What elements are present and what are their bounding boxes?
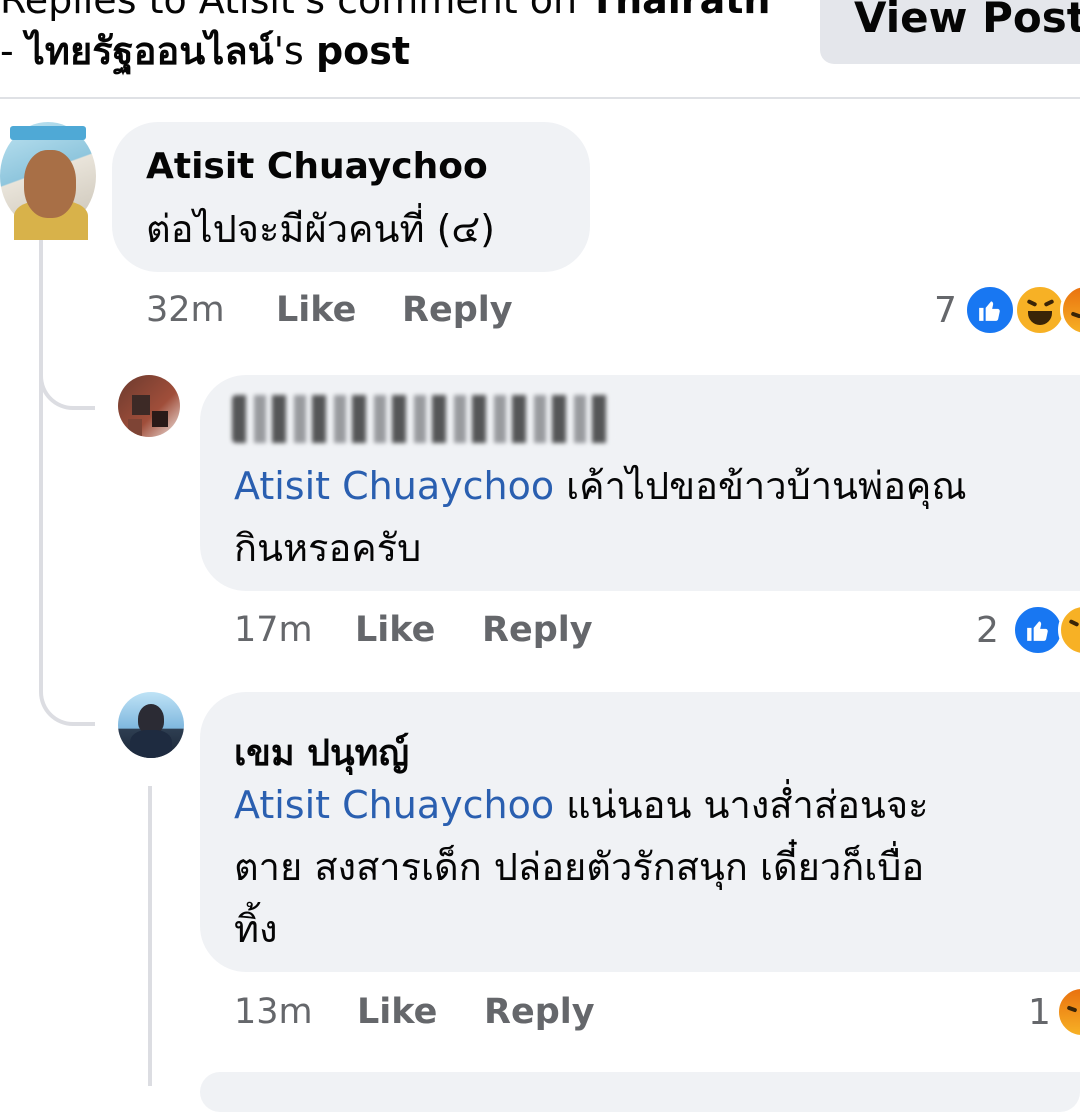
avatar-khem[interactable] (118, 692, 184, 758)
avatar-atisit[interactable] (0, 122, 96, 240)
next-reply-bubble-partial (200, 1072, 1080, 1112)
like-button[interactable]: Like (355, 610, 435, 650)
like-button[interactable]: Like (357, 992, 437, 1032)
mention-link[interactable]: Atisit Chuaychoo (234, 464, 554, 508)
header-page-link[interactable]: Thairath (589, 0, 770, 22)
comment-time[interactable]: 32m (146, 290, 225, 330)
reply-bubble: Atisit Chuaychoo เค้าไปขอข้าวบ้านพ่อคุณ … (200, 375, 1080, 591)
reply-button[interactable]: Reply (482, 610, 593, 650)
reply-text-line-2: กินหรอครับ (234, 526, 422, 570)
reply-author[interactable]: เขม ปนุทญ์ (234, 724, 409, 781)
header-dash: - (0, 29, 26, 73)
angry-icon (1056, 986, 1080, 1038)
reply-text: Atisit Chuaychoo เค้าไปขอข้าวบ้านพ่อคุณ (234, 455, 967, 517)
reply-text-line-2: ตาย สงสารเด็ก ปล่อยตัวรักสนุก เดี๋ยวก็เบ… (234, 845, 925, 889)
header-line-1: Replies to Atisit's comment on Thairath (0, 0, 770, 22)
reaction-count: 7 (934, 290, 957, 331)
header-divider (0, 97, 1080, 99)
haha-icon (1058, 604, 1080, 656)
like-icon (1012, 604, 1064, 656)
thread-curve-reply-2 (39, 590, 95, 726)
reply-time[interactable]: 17m (234, 610, 313, 650)
comment-bubble: Atisit Chuaychoo ต่อไปจะมีผัวคนที่ (๔) (112, 122, 590, 272)
avatar-badge (10, 126, 86, 140)
thread-curve-reply-1 (39, 360, 95, 410)
thread-line-sub (148, 786, 152, 1086)
reply-text-line-3: ทิ้ง (234, 907, 278, 951)
like-icon (964, 284, 1016, 336)
reply-time[interactable]: 13m (234, 992, 313, 1032)
mention-link[interactable]: Atisit Chuaychoo (234, 783, 554, 827)
header-page-link-thai[interactable]: ไทยรัฐออนไลน์ (26, 29, 274, 73)
haha-icon (1014, 284, 1066, 336)
like-button[interactable]: Like (276, 290, 356, 330)
reply-text-line-1: เค้าไปขอข้าวบ้านพ่อคุณ (566, 464, 967, 508)
reply-bubble: เขม ปนุทญ์ Atisit Chuaychoo แน่นอน นางส่… (200, 692, 1080, 972)
header-possessive: 's (273, 29, 316, 73)
comment-text: ต่อไปจะมีผัวคนที่ (๔) (146, 207, 495, 251)
avatar-face (24, 150, 76, 218)
reply-text: Atisit Chuaychoo แน่นอน นางส่ำส่อนจะ (234, 774, 929, 836)
thread-line-main (39, 240, 43, 590)
reply-button[interactable]: Reply (484, 992, 595, 1032)
reaction-summary[interactable]: 2 (976, 604, 1080, 658)
header-prefix: Replies to Atisit's comment on (0, 0, 590, 22)
header-line-2: - ไทยรัฐออนไลน์'s post (0, 20, 410, 81)
header-post-link[interactable]: post (316, 29, 410, 73)
blurred-author-name (232, 395, 612, 443)
angry-icon (1060, 284, 1080, 336)
reaction-count: 1 (1028, 992, 1051, 1033)
comment-author[interactable]: Atisit Chuaychoo (146, 146, 488, 187)
avatar-blurred[interactable] (118, 375, 180, 437)
view-post-button[interactable]: View Post (820, 0, 1080, 64)
reply-button[interactable]: Reply (402, 290, 513, 330)
reaction-count: 2 (976, 610, 999, 651)
reaction-summary[interactable]: 7 (934, 284, 1080, 338)
reply-text-line-1: แน่นอน นางส่ำส่อนจะ (566, 783, 929, 827)
reaction-summary[interactable]: 1 (1028, 986, 1080, 1040)
